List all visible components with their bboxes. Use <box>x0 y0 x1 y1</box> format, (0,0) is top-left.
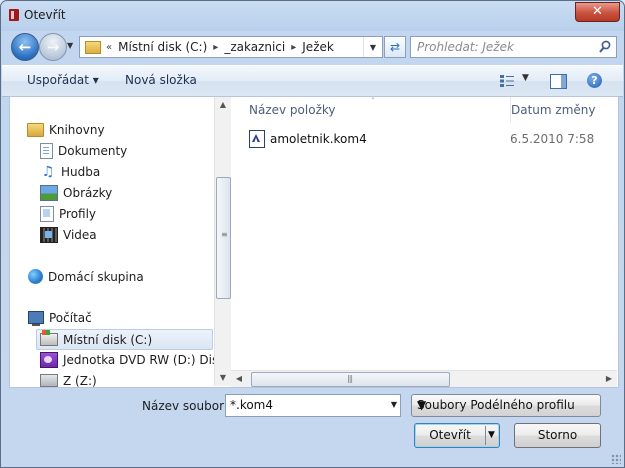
file-list-horizontal-scrollbar[interactable]: ◀ ||| ▶ <box>231 370 617 387</box>
libraries-icon <box>27 122 44 137</box>
open-options-dropdown-icon[interactable]: ▼ <box>488 424 495 447</box>
breadcrumb-separator-icon[interactable]: ▸ <box>291 42 296 53</box>
sidebar-scrollbar[interactable]: ▲ ≡ ▼ <box>214 97 231 386</box>
new-folder-button[interactable]: Nová složka <box>125 73 197 87</box>
view-options-icon[interactable] <box>500 75 514 87</box>
file-name: amoletnik.kom4 <box>270 132 367 146</box>
sidebar-item-label: Jednotka DVD RW (D:) Disk <box>63 352 220 367</box>
organize-button[interactable]: Uspořádat ▾ <box>27 73 99 87</box>
horizontal-scroll-thumb[interactable]: ||| <box>251 372 450 387</box>
grip-icon: ||| <box>347 374 353 383</box>
preview-pane-icon[interactable] <box>550 74 567 89</box>
sidebar-item-label: Profily <box>59 206 97 221</box>
sidebar-item-network-drive[interactable]: Z (Z:) <box>40 371 97 387</box>
refresh-button[interactable]: ⇄ <box>384 36 406 58</box>
sidebar-item-dvd-drive[interactable]: Jednotka DVD RW (D:) Disk <box>40 350 220 369</box>
scroll-left-icon[interactable]: ◀ <box>231 371 247 387</box>
column-header-date-label: Datum změny <box>511 103 596 117</box>
sidebar-item-label: Obrázky <box>63 185 113 200</box>
folder-icon <box>85 40 101 54</box>
view-dropdown-icon[interactable]: ▼ <box>522 73 529 83</box>
pictures-icon <box>40 184 58 201</box>
back-arrow-icon: ← <box>18 38 32 56</box>
local-disk-icon <box>40 330 58 346</box>
title-bar: Otevřít <box>9 5 66 25</box>
window-title: Otevřít <box>24 8 66 22</box>
refresh-icon: ⇄ <box>389 40 401 54</box>
forward-arrow-icon: → <box>46 38 60 56</box>
search-icon[interactable] <box>599 40 611 54</box>
open-button[interactable]: Otevřít ▼ <box>414 423 500 448</box>
filename-dropdown-icon[interactable]: ▼ <box>391 400 397 409</box>
navigation-bar: ← → ▼ « Místní disk (C:) ▸ _zakaznici ▸ … <box>9 33 617 61</box>
command-toolbar: Uspořádat ▾ Nová složka ▼ ? <box>2 65 623 97</box>
grip-icon: ≡ <box>221 230 228 239</box>
sidebar-item-label: Počítač <box>49 310 92 325</box>
sidebar-item-label: Místní disk (C:) <box>63 332 153 347</box>
scroll-down-icon[interactable]: ▼ <box>215 370 231 386</box>
file-date: 6.5.2010 7:58 <box>510 132 595 146</box>
address-bar[interactable]: « Místní disk (C:) ▸ _zakaznici ▸ Ježek … <box>79 36 383 58</box>
app-icon <box>9 9 19 21</box>
sidebar-item-label: Dokumenty <box>58 143 128 158</box>
filename-combobox[interactable]: ▼ <box>225 394 401 417</box>
music-icon: ♫ <box>41 163 55 180</box>
videos-icon <box>40 226 58 243</box>
column-header-name[interactable]: Název položky <box>249 97 501 123</box>
sidebar-item-label: Z (Z:) <box>63 373 97 388</box>
column-header-date[interactable]: Datum změny <box>510 97 617 123</box>
documents-icon <box>40 142 53 159</box>
breadcrumb-zakaznici[interactable]: _zakaznici <box>224 40 285 54</box>
breadcrumb-jezek[interactable]: Ježek <box>302 40 334 54</box>
profiles-icon <box>40 205 54 222</box>
file-list: ˆ Název položky Datum změny amoletnik.ko… <box>231 97 618 387</box>
breadcrumb-separator-icon[interactable]: ▸ <box>213 42 218 53</box>
scroll-up-icon[interactable]: ▲ <box>215 97 231 113</box>
history-dropdown-icon[interactable]: ▼ <box>67 41 73 50</box>
address-dropdown-icon[interactable]: ▼ <box>363 37 382 57</box>
scroll-right-icon[interactable]: ▶ <box>601 371 617 387</box>
sidebar-item-label: Knihovny <box>49 122 105 137</box>
navigation-pane: Knihovny Dokumenty ♫ Hudba Obrázky Profi… <box>10 97 220 387</box>
filter-dropdown-icon[interactable]: ▼ <box>417 398 577 412</box>
search-input[interactable] <box>417 39 587 54</box>
open-button-label: Otevřít <box>429 428 471 442</box>
filename-label: Název souboru: <box>142 399 236 413</box>
forward-button[interactable]: → <box>39 33 67 61</box>
filename-input[interactable] <box>230 397 380 413</box>
file-type-filter[interactable]: Soubory Podélného profilu (*.k ▼ <box>411 394 601 417</box>
help-icon[interactable]: ? <box>587 73 602 88</box>
back-button[interactable]: ← <box>11 33 39 61</box>
sidebar-item-homegroup[interactable]: Domácí skupina <box>28 267 144 286</box>
kom4-file-icon <box>249 130 265 148</box>
sidebar-item-libraries[interactable]: Knihovny <box>27 120 105 139</box>
sidebar-item-label: Videa <box>63 227 97 242</box>
homegroup-icon <box>28 269 43 284</box>
breadcrumb-overflow[interactable]: « <box>106 42 112 53</box>
sidebar-item-documents[interactable]: Dokumenty <box>40 141 127 160</box>
open-file-dialog: Otevřít ✕ ← → ▼ « Místní disk (C:) ▸ _za… <box>0 0 625 468</box>
browser-area: Knihovny Dokumenty ♫ Hudba Obrázky Profi… <box>9 96 619 388</box>
sidebar-item-label: Hudba <box>61 164 101 179</box>
sidebar-scroll-thumb[interactable]: ≡ <box>216 177 231 299</box>
computer-icon <box>28 311 44 326</box>
resize-grip-icon[interactable] <box>611 454 621 464</box>
search-box[interactable] <box>410 36 617 58</box>
network-drive-icon <box>40 374 58 387</box>
sidebar-item-local-disk[interactable]: Místní disk (C:) <box>36 329 213 350</box>
breadcrumb-local-disk[interactable]: Místní disk (C:) <box>118 40 207 54</box>
close-button[interactable]: ✕ <box>575 2 620 22</box>
sidebar-item-music[interactable]: ♫ Hudba <box>40 162 101 181</box>
split-divider <box>485 426 486 445</box>
sidebar-item-profiles[interactable]: Profily <box>40 204 96 223</box>
sidebar-item-pictures[interactable]: Obrázky <box>40 183 112 202</box>
cancel-button[interactable]: Storno <box>514 423 601 448</box>
file-row[interactable]: amoletnik.kom4 6.5.2010 7:58 <box>249 130 609 148</box>
sidebar-item-label: Domácí skupina <box>48 269 144 284</box>
sidebar-item-computer[interactable]: Počítač <box>28 308 92 327</box>
sidebar-item-videos[interactable]: Videa <box>40 225 97 244</box>
dvd-drive-icon <box>40 351 58 368</box>
